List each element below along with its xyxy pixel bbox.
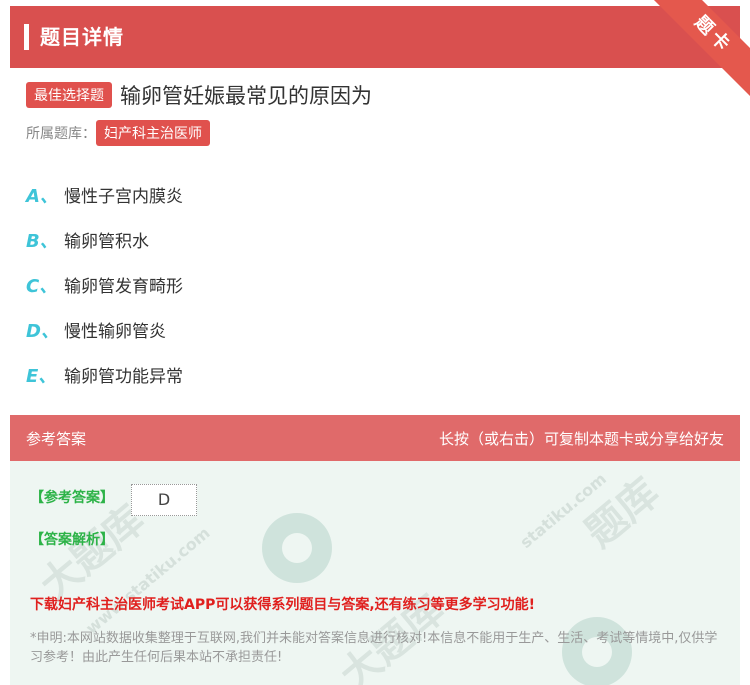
- header-accent-bar: [24, 24, 29, 50]
- answer-bar-title: 参考答案: [26, 430, 87, 448]
- question-line: 最佳选择题 输卵管妊娠最常见的原因为: [26, 80, 372, 110]
- option-text: 输卵管积水: [64, 232, 149, 252]
- bank-name-tag[interactable]: 妇产科主治医师: [96, 120, 210, 146]
- answer-bar: 参考答案 长按（或右击）可复制本题卡或分享给好友: [10, 415, 740, 461]
- option-letter: B、: [26, 230, 58, 252]
- bank-label: 所属题库：: [26, 126, 96, 142]
- corner-ribbon: 题卡: [650, 0, 750, 100]
- disclaimer-text: *申明:本网站数据收集整理于互联网,我们并未能对答案信息进行核对!本信息不能用于…: [30, 631, 718, 665]
- share-hint: 长按（或右击）可复制本题卡或分享给好友: [438, 430, 724, 448]
- option-d[interactable]: D、 慢性输卵管炎: [26, 307, 183, 352]
- option-e[interactable]: E、 输卵管功能异常: [26, 352, 183, 397]
- answer-panel: 大题库 大题库 题库 www.statiku.com statiku.com 【…: [10, 461, 740, 685]
- reference-answer-label: 【参考答案】: [30, 490, 114, 506]
- option-a[interactable]: A、 慢性子宫内膜炎: [26, 172, 183, 217]
- option-text: 慢性输卵管炎: [64, 322, 166, 342]
- answer-analysis-label: 【答案解析】: [30, 532, 114, 548]
- option-letter: E、: [26, 365, 57, 387]
- option-letter: D、: [26, 320, 59, 342]
- option-text: 慢性子宫内膜炎: [64, 187, 183, 207]
- options-list: A、 慢性子宫内膜炎 B、 输卵管积水 C、 输卵管发育畸形 D、 慢性输卵管炎…: [26, 172, 183, 397]
- option-b[interactable]: B、 输卵管积水: [26, 217, 183, 262]
- answer-image: D: [131, 484, 197, 516]
- ribbon-label: 题卡: [650, 0, 750, 100]
- option-text: 输卵管功能异常: [64, 367, 183, 387]
- app-download-promo[interactable]: 下载妇产科主治医师考试APP可以获得系列题目与答案,还有练习等更多学习功能!: [30, 594, 535, 614]
- option-letter: A、: [26, 185, 58, 207]
- watermark-icon: 题库: [577, 469, 668, 557]
- question-bank-line: 所属题库： 妇产科主治医师: [26, 120, 210, 146]
- watermark-logo-icon: [262, 513, 332, 583]
- question-text: 输卵管妊娠最常见的原因为: [120, 84, 372, 108]
- option-c[interactable]: C、 输卵管发育畸形: [26, 262, 183, 307]
- page-header: 题目详情: [10, 6, 740, 68]
- option-letter: C、: [26, 275, 58, 297]
- question-type-tag: 最佳选择题: [26, 82, 112, 108]
- page-title: 题目详情: [40, 25, 124, 49]
- option-text: 输卵管发育畸形: [64, 277, 183, 297]
